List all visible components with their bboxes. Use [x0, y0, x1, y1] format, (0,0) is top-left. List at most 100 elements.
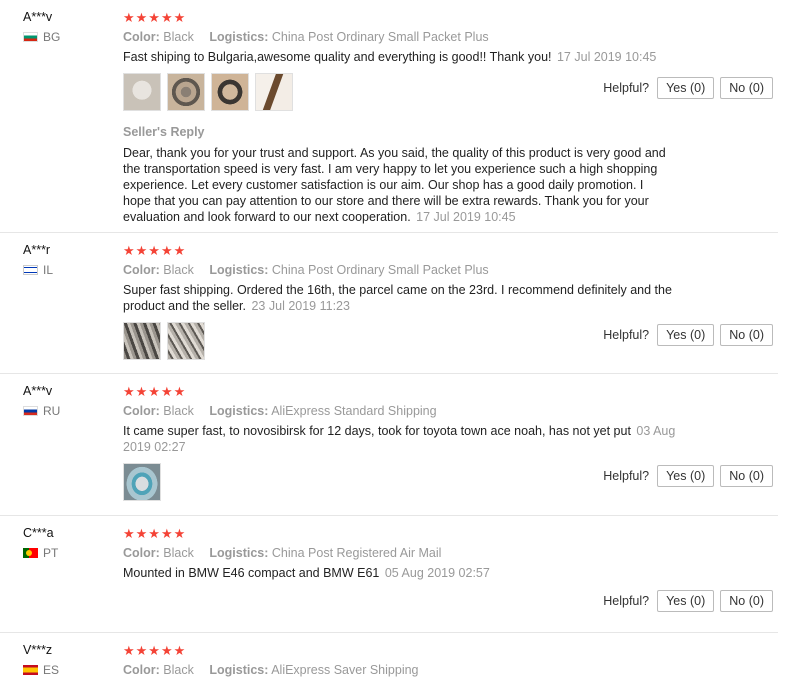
color-label: Color:: [123, 663, 160, 677]
color-value: Black: [163, 263, 194, 277]
seller-reply: Seller's Reply Dear, thank you for your …: [123, 125, 693, 225]
review-meta: Color: Black Logistics: China Post Ordin…: [123, 30, 693, 44]
logistics-label: Logistics:: [209, 663, 269, 677]
reviewer-name: A***r: [23, 243, 51, 257]
reviewer-info: A***v BG: [23, 10, 103, 44]
reviewer-country: ES: [23, 663, 103, 677]
logistics-label: Logistics:: [209, 263, 269, 277]
review-item: V***z ES ★★★★★ Color: Black Logistics: A…: [0, 633, 778, 693]
review-body: Fast shiping to Bulgaria,awesome quality…: [123, 50, 552, 64]
helpful-yes-button[interactable]: Yes (0): [657, 77, 715, 99]
color-label: Color:: [123, 546, 160, 560]
seller-reply-text: Dear, thank you for your trust and suppo…: [123, 145, 668, 225]
color-label: Color:: [123, 404, 160, 418]
review-photo[interactable]: [123, 73, 161, 111]
logistics-label: Logistics:: [209, 30, 269, 44]
review-item: C***a PT ★★★★★ Color: Black Logistics: C…: [0, 516, 778, 633]
review-text: Mounted in BMW E46 compact and BMW E61 0…: [123, 565, 693, 581]
review-meta: Color: Black Logistics: China Post Ordin…: [123, 263, 693, 277]
review-meta: Color: Black Logistics: China Post Regis…: [123, 546, 693, 560]
logistics-label: Logistics:: [209, 546, 269, 560]
review-photo[interactable]: [167, 322, 205, 360]
reviewer-country: RU: [23, 404, 103, 418]
helpful-label: Helpful?: [603, 469, 650, 483]
star-rating: ★★★★★: [123, 10, 187, 25]
review-photo[interactable]: [123, 322, 161, 360]
seller-reply-title: Seller's Reply: [123, 125, 205, 139]
logistics-value: China Post Ordinary Small Packet Plus: [271, 30, 489, 44]
color-value: Black: [163, 404, 194, 418]
helpful-yes-button[interactable]: Yes (0): [657, 590, 715, 612]
review-content: ★★★★★ Color: Black Logistics: China Post…: [123, 0, 693, 225]
review-item: A***v BG ★★★★★ Color: Black Logistics: C…: [0, 0, 778, 233]
reviewer-info: A***r IL: [23, 243, 103, 277]
color-label: Color:: [123, 263, 160, 277]
country-code: IL: [43, 263, 54, 277]
reviewer-info: V***z ES: [23, 643, 103, 677]
color-value: Black: [163, 30, 194, 44]
helpful-controls: Helpful? Yes (0) No (0): [603, 590, 773, 612]
review-item: A***r IL ★★★★★ Color: Black Logistics: C…: [0, 233, 778, 374]
color-value: Black: [163, 546, 194, 560]
review-text: It came super fast, to novosibirsk for 1…: [123, 423, 693, 455]
color-value: Black: [163, 663, 194, 677]
spain-flag-icon: [23, 665, 38, 675]
helpful-controls: Helpful? Yes (0) No (0): [603, 324, 773, 346]
russia-flag-icon: [23, 406, 38, 416]
logistics-value: AliExpress Standard Shipping: [271, 404, 437, 418]
review-photo[interactable]: [167, 73, 205, 111]
helpful-no-button[interactable]: No (0): [720, 77, 773, 99]
reviewer-name: V***z: [23, 643, 53, 657]
review-date: 05 Aug 2019 02:57: [384, 566, 490, 580]
review-photo[interactable]: [255, 73, 293, 111]
reviewer-info: C***a PT: [23, 526, 103, 560]
reviewer-name: A***v: [23, 10, 53, 24]
country-code: PT: [43, 546, 59, 560]
helpful-no-button[interactable]: No (0): [720, 324, 773, 346]
star-rating: ★★★★★: [123, 643, 187, 658]
logistics-value: AliExpress Saver Shipping: [271, 663, 419, 677]
review-body: Super fast shipping. Ordered the 16th, t…: [123, 283, 672, 313]
review-text: Super fast shipping. Ordered the 16th, t…: [123, 282, 693, 314]
star-rating: ★★★★★: [123, 243, 187, 258]
helpful-label: Helpful?: [603, 328, 650, 342]
seller-reply-body: Dear, thank you for your trust and suppo…: [123, 146, 666, 224]
portugal-flag-icon: [23, 548, 38, 558]
logistics-value: China Post Registered Air Mail: [271, 546, 442, 560]
review-text: Fast shiping to Bulgaria,awesome quality…: [123, 49, 693, 65]
seller-reply-date: 17 Jul 2019 10:45: [416, 210, 516, 224]
logistics-label: Logistics:: [209, 404, 269, 418]
country-code: ES: [43, 663, 60, 677]
country-code: BG: [43, 30, 61, 44]
reviewer-country: PT: [23, 546, 103, 560]
helpful-no-button[interactable]: No (0): [720, 590, 773, 612]
review-content: ★★★★★ Color: Black Logistics: AliExpress…: [123, 633, 693, 678]
star-rating: ★★★★★: [123, 526, 187, 541]
bulgaria-flag-icon: [23, 32, 38, 42]
review-body: It came super fast, to novosibirsk for 1…: [123, 424, 631, 438]
helpful-yes-button[interactable]: Yes (0): [657, 324, 715, 346]
review-photo[interactable]: [123, 463, 161, 501]
review-body: Mounted in BMW E46 compact and BMW E61: [123, 566, 380, 580]
helpful-label: Helpful?: [603, 594, 650, 608]
review-content: ★★★★★ Color: Black Logistics: China Post…: [123, 516, 693, 581]
review-meta: Color: Black Logistics: AliExpress Stand…: [123, 404, 693, 418]
reviewer-country: BG: [23, 30, 103, 44]
helpful-yes-button[interactable]: Yes (0): [657, 465, 715, 487]
reviewer-country: IL: [23, 263, 103, 277]
reviewer-name: A***v: [23, 384, 53, 398]
helpful-label: Helpful?: [603, 81, 650, 95]
star-rating: ★★★★★: [123, 384, 187, 399]
israel-flag-icon: [23, 265, 38, 275]
helpful-no-button[interactable]: No (0): [720, 465, 773, 487]
review-photo[interactable]: [211, 73, 249, 111]
review-date: 17 Jul 2019 10:45: [556, 50, 657, 64]
review-meta: Color: Black Logistics: AliExpress Saver…: [123, 663, 693, 677]
reviewer-info: A***v RU: [23, 384, 103, 418]
color-label: Color:: [123, 30, 160, 44]
review-item: A***v RU ★★★★★ Color: Black Logistics: A…: [0, 374, 778, 516]
review-date: 23 Jul 2019 11:23: [251, 299, 350, 313]
helpful-controls: Helpful? Yes (0) No (0): [603, 465, 773, 487]
reviewer-name: C***a: [23, 526, 54, 540]
country-code: RU: [43, 404, 61, 418]
